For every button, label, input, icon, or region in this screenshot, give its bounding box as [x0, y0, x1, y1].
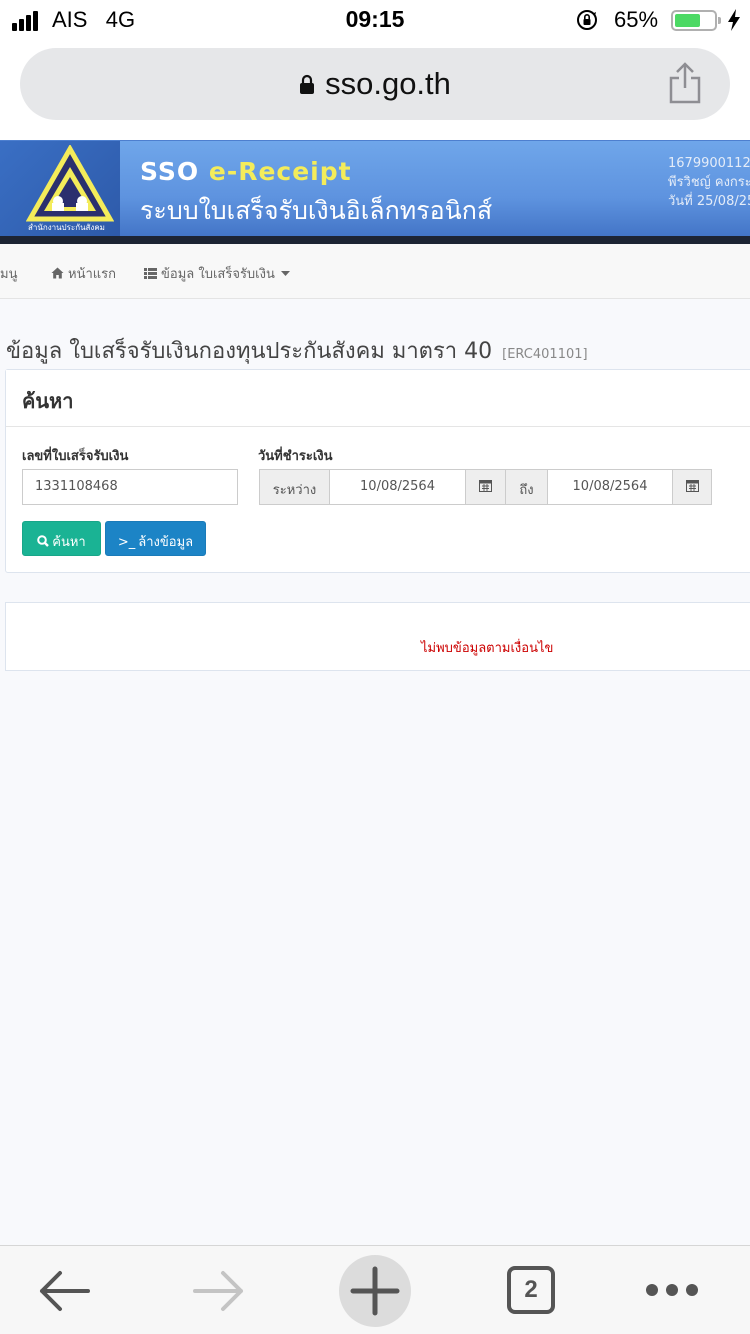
to-addon: ถึง	[505, 469, 548, 505]
battery-percent: 65%	[614, 7, 659, 32]
logo-caption: สำนักงานประกันสังคม	[28, 223, 105, 232]
date-from-input[interactable]: 10/08/2564	[329, 469, 466, 505]
pay-date-label: วันที่ชำระเงิน	[258, 449, 333, 464]
menu-toggle[interactable]: มนู	[0, 263, 17, 284]
search-button[interactable]: ค้นหา	[22, 521, 101, 556]
banner-title-sso: SSO	[140, 157, 200, 186]
banner-bottom-strip	[0, 236, 750, 244]
date-from-calendar-button[interactable]	[465, 469, 506, 505]
no-data-message: ไม่พบข้อมูลตามเงื่อนไข	[421, 641, 554, 656]
browser-address-area: sso.go.th	[0, 40, 750, 140]
terminal-icon: >_	[117, 535, 136, 550]
share-icon[interactable]	[668, 62, 702, 104]
browser-toolbar: 2	[0, 1245, 750, 1334]
plus-icon	[350, 1266, 400, 1316]
forward-arrow-icon[interactable]	[193, 1270, 245, 1312]
date-to-calendar-button[interactable]	[672, 469, 712, 505]
search-icon	[37, 535, 50, 547]
page-code: [ERC401101]	[502, 347, 588, 362]
calendar-icon	[479, 480, 492, 492]
back-arrow-icon[interactable]	[38, 1270, 90, 1312]
calendar-icon	[685, 480, 699, 492]
sso-logo-icon	[26, 145, 114, 222]
banner-title: SSO e-Receipt	[140, 157, 352, 186]
search-panel: ค้นหา เลขที่ใบเสร็จรับเงิน 1331108468 วั…	[5, 369, 750, 573]
page-title: ข้อมูล ใบเสร็จรับเงินกองทุนประกันสังคม ม…	[6, 333, 588, 368]
battery-icon	[671, 10, 721, 31]
banner-subtitle: ระบบใบเสร็จรับเงินอิเล็กทรอนิกส์	[140, 196, 493, 225]
page-title-text: ข้อมูล ใบเสร็จรับเงินกองทุนประกันสังคม ม…	[6, 339, 493, 364]
status-bar: AIS 4G 09:15 65%	[0, 0, 750, 40]
tabs-button[interactable]: 2	[507, 1266, 555, 1314]
new-tab-button[interactable]	[339, 1255, 411, 1327]
banner-user-info: 16799001127 พีรวิชญ์ คงกระพ วันที่ 25/08…	[668, 154, 750, 211]
user-date: วันที่ 25/08/25	[668, 194, 750, 209]
date-to-input[interactable]: 10/08/2564	[547, 469, 673, 505]
receipt-no-input[interactable]: 1331108468	[22, 469, 238, 505]
tab-count: 2	[524, 1276, 538, 1303]
charging-bolt-icon	[728, 9, 740, 31]
top-menu: มนู หน้าแรก ข้อมูล ใบเสร็จรับเงิน	[0, 244, 750, 299]
between-addon: ระหว่าง	[259, 469, 330, 505]
clear-button-label: ล้างข้อมูล	[138, 535, 194, 550]
clear-button[interactable]: >_ ล้างข้อมูล	[105, 521, 206, 556]
banner-title-ereceipt: e-Receipt	[208, 157, 352, 186]
nav-receipt-info[interactable]: ข้อมูล ใบเสร็จรับเงิน	[144, 263, 290, 284]
url-display[interactable]: sso.go.th	[20, 66, 730, 102]
receipt-no-label: เลขที่ใบเสร็จรับเงิน	[22, 449, 129, 464]
address-bar[interactable]: sso.go.th	[20, 48, 730, 120]
search-panel-heading: ค้นหา	[6, 370, 750, 427]
site-banner: สำนักงานประกันสังคม SSO e-Receipt ระบบใบ…	[0, 140, 750, 244]
nav-home-label: หน้าแรก	[68, 267, 116, 282]
list-icon	[144, 268, 157, 279]
home-icon	[51, 267, 64, 279]
menu-label: มนู	[0, 267, 18, 282]
caret-down-icon	[281, 271, 290, 276]
nav-receipt-info-label: ข้อมูล ใบเสร็จรับเงิน	[161, 267, 275, 282]
rotation-lock-icon	[577, 10, 597, 30]
nav-home[interactable]: หน้าแรก	[51, 263, 116, 284]
more-options-icon[interactable]	[644, 1282, 700, 1298]
result-panel: ไม่พบข้อมูลตามเงื่อนไข	[5, 602, 750, 671]
url-text: sso.go.th	[325, 66, 451, 101]
user-id: 16799001127	[668, 156, 750, 171]
user-name: พีรวิชญ์ คงกระพ	[668, 175, 750, 190]
lock-icon	[300, 74, 315, 94]
search-button-label: ค้นหา	[52, 535, 86, 550]
